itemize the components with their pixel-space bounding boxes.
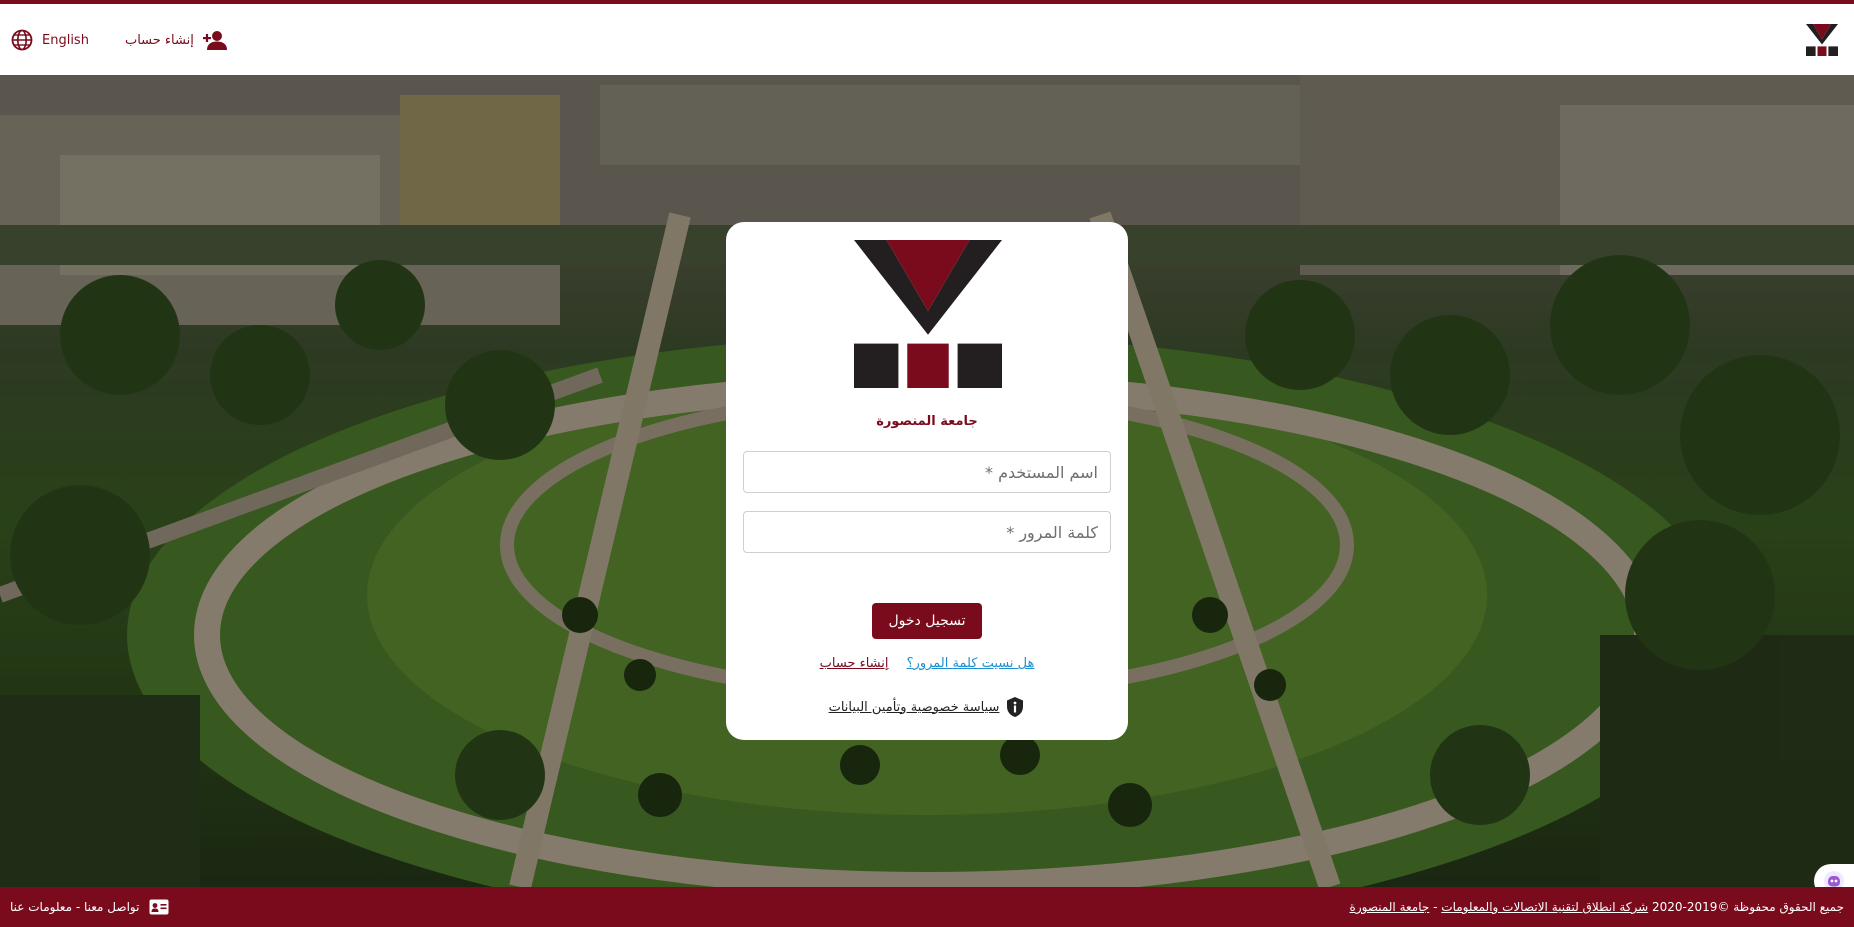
language-label: English [42, 32, 89, 48]
contact-link[interactable]: تواصل معنا - معلومات عنا [10, 900, 139, 914]
header-actions: English إنشاء حساب [10, 28, 228, 52]
copyright-text: جميع الحقوق محفوظة ©2019-2020 [1652, 900, 1844, 914]
contact-card-icon [149, 899, 169, 915]
footer-copyright: جميع الحقوق محفوظة ©2019-2020 شركة انطلا… [1350, 900, 1844, 914]
footer-contact: تواصل معنا - معلومات عنا [10, 899, 169, 915]
login-button[interactable]: تسجيل دخول [872, 603, 982, 639]
username-input[interactable] [743, 451, 1111, 493]
language-switch[interactable]: English [10, 28, 89, 52]
create-account-link[interactable]: إنشاء حساب [820, 656, 889, 671]
login-card: جامعة المنصورة تسجيل دخول هل نسيت كلمة ا… [726, 222, 1128, 740]
add-user-icon [202, 31, 227, 50]
university-name: جامعة المنصورة [876, 414, 978, 429]
company-link[interactable]: شركة انطلاق لتقنية الاتصالات والمعلومات [1441, 900, 1648, 914]
privacy-policy: سياسة خصوصية وتأمين البيانات [726, 696, 1128, 718]
university-footer-link[interactable]: جامعة المنصورة [1350, 900, 1430, 914]
privacy-policy-link[interactable]: سياسة خصوصية وتأمين البيانات [829, 700, 1000, 715]
top-header: English إنشاء حساب [0, 4, 1854, 75]
signup-header-button[interactable]: إنشاء حساب [125, 29, 228, 51]
university-logo [854, 240, 1002, 388]
footer-separator: - [1429, 900, 1442, 914]
header-university-logo[interactable] [1806, 24, 1838, 56]
signup-header-label: إنشاء حساب [124, 32, 194, 48]
shield-info-icon [1007, 697, 1024, 717]
globe-icon [11, 29, 33, 51]
forgot-password-link[interactable]: هل نسيت كلمة المرور؟ [907, 656, 1035, 671]
password-input[interactable] [743, 511, 1111, 553]
page-footer: جميع الحقوق محفوظة ©2019-2020 شركة انطلا… [0, 887, 1854, 927]
account-links: هل نسيت كلمة المرور؟ إنشاء حساب [726, 656, 1128, 671]
